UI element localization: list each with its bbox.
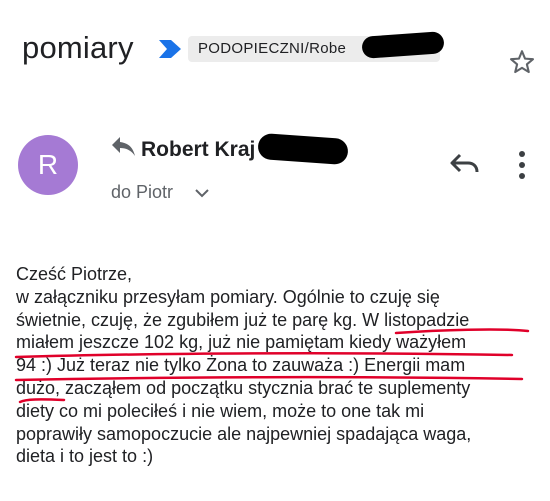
body-line: 94 :) Już teraz nie tylko Żona to zauważ… [16,355,466,376]
forward-icon [112,137,135,156]
reply-icon[interactable] [448,150,482,178]
avatar[interactable]: R [18,135,78,195]
body-line: w załączniku przesyłam pomiary. Ogólnie … [16,286,440,307]
email-subject: pomiary [22,30,134,65]
label-arrow-icon [159,40,181,58]
body-line: dieta i to jest to :) [16,446,154,467]
email-body: Cześć Piotrze, w załączniku przesyłam po… [16,263,546,468]
body-line: poprawiły samopoczucie ale najpewniej sp… [16,423,472,444]
label-text: PODOPIECZNI/Robe [198,40,347,57]
avatar-initial: R [37,149,59,180]
sender-name[interactable]: Robert Kraj [141,138,255,162]
body-line: dużo, zacząłem od początku stycznia brać… [16,377,471,398]
body-line: Cześć Piotrze, [16,264,133,284]
body-line: miałem jeszcze 102 kg, już nie pamiętam … [16,332,467,353]
more-vert-icon[interactable] [516,148,528,182]
body-line: diety co mi poleciłeś i nie wiem, może t… [16,400,425,421]
body-line: świetnie, czuję, że zgubiłem już te parę… [16,309,470,330]
recipient-line[interactable]: do Piotr [111,182,173,203]
chevron-down-icon[interactable] [193,186,211,200]
star-icon[interactable] [508,48,536,76]
redaction-mark [257,132,349,166]
